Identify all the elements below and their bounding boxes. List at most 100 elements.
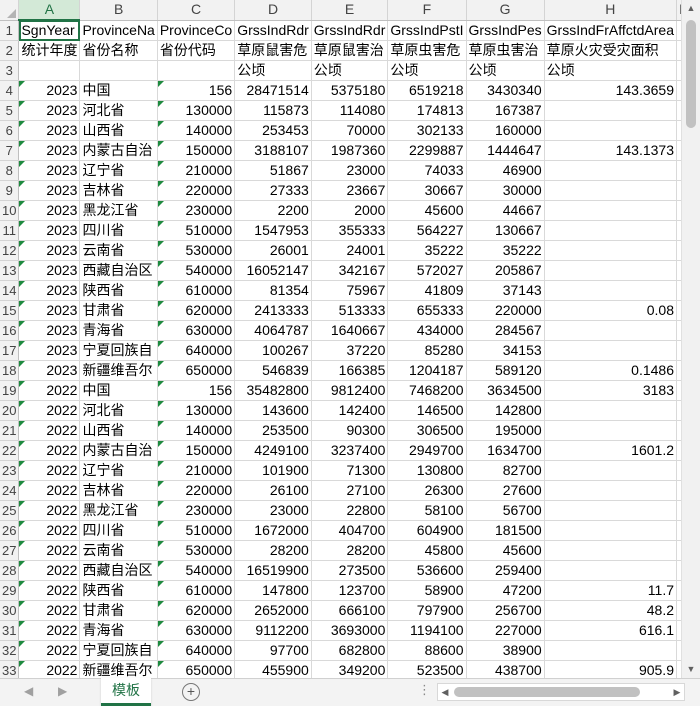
cell[interactable] (544, 640, 678, 661)
cell[interactable]: 1601.2 (544, 440, 678, 461)
cell[interactable]: 564227 (387, 220, 467, 241)
cell[interactable]: 2023 (18, 160, 81, 181)
cell[interactable]: 新疆维吾尔 (79, 660, 158, 678)
cell[interactable]: 河北省 (79, 400, 158, 421)
cell[interactable]: 27333 (234, 180, 312, 201)
row-header[interactable]: 23 (0, 460, 20, 481)
cell[interactable]: 9812400 (311, 380, 389, 401)
cell[interactable]: ProvinceCo (157, 20, 236, 41)
cell[interactable] (79, 60, 158, 81)
cell[interactable]: 23667 (311, 180, 389, 201)
cell[interactable]: 中国 (79, 80, 158, 101)
cell[interactable]: 28471514 (234, 80, 312, 101)
cell[interactable]: 11.7 (544, 580, 678, 601)
cell[interactable]: 2022 (18, 380, 81, 401)
row-header[interactable]: 29 (0, 580, 20, 601)
cell[interactable]: 26001 (234, 240, 312, 261)
cell[interactable]: 吉林省 (79, 180, 158, 201)
cell[interactable]: 省份代码 (157, 40, 236, 61)
cell[interactable]: 220000 (466, 300, 545, 321)
cell[interactable]: 青海省 (79, 320, 158, 341)
cell[interactable] (544, 560, 678, 581)
cell[interactable]: 宁夏回族自 (79, 640, 158, 661)
cell[interactable]: 1987360 (311, 140, 389, 161)
cell[interactable]: 云南省 (79, 240, 158, 261)
cell[interactable]: 西藏自治区 (79, 560, 158, 581)
row-header[interactable]: 33 (0, 660, 20, 678)
cell[interactable]: 2023 (18, 220, 81, 241)
cell[interactable]: 草原鼠害危 (234, 40, 312, 61)
cell[interactable]: 2022 (18, 460, 81, 481)
cell[interactable]: 682800 (311, 640, 389, 661)
cell[interactable]: 253453 (234, 120, 312, 141)
cell[interactable]: 147800 (234, 580, 312, 601)
cell[interactable]: 530000 (157, 540, 236, 561)
cell[interactable]: 1634700 (466, 440, 545, 461)
cell[interactable]: 536600 (387, 560, 467, 581)
horizontal-scroll-thumb[interactable] (454, 687, 640, 697)
cell[interactable] (544, 340, 678, 361)
cell[interactable]: 公顷 (311, 60, 389, 81)
cell[interactable]: 2022 (18, 620, 81, 641)
cell[interactable]: 新疆维吾尔 (79, 360, 158, 381)
cell[interactable]: 23000 (234, 500, 312, 521)
cell[interactable]: 604900 (387, 520, 467, 541)
next-sheet-icon[interactable]: ▶ (58, 684, 67, 698)
cell[interactable]: 640000 (157, 340, 236, 361)
cell[interactable]: 81354 (234, 280, 312, 301)
row-header[interactable]: 22 (0, 440, 20, 461)
cell[interactable]: 山西省 (79, 120, 158, 141)
cell[interactable]: 130800 (387, 460, 467, 481)
column-header-b[interactable]: B (79, 0, 158, 21)
cell[interactable]: 3693000 (311, 620, 389, 641)
cell[interactable]: 2652000 (234, 600, 312, 621)
scroll-up-icon[interactable]: ▲ (682, 0, 700, 17)
cell[interactable]: 210000 (157, 160, 236, 181)
cell[interactable]: 35482800 (234, 380, 312, 401)
cell[interactable]: GrssIndPes (466, 20, 545, 41)
row-header[interactable]: 25 (0, 500, 20, 521)
cell[interactable]: 45800 (387, 540, 467, 561)
cell[interactable]: 101900 (234, 460, 312, 481)
cell[interactable]: 156 (157, 80, 236, 101)
cell[interactable]: 45600 (466, 540, 545, 561)
cell[interactable]: 205867 (466, 260, 545, 281)
row-header[interactable]: 17 (0, 340, 20, 361)
scroll-left-icon[interactable]: ◀ (438, 684, 452, 700)
cell[interactable]: 610000 (157, 280, 236, 301)
cell[interactable]: 130000 (157, 100, 236, 121)
cell[interactable]: 2023 (18, 260, 81, 281)
cell[interactable]: 510000 (157, 520, 236, 541)
cell[interactable]: 1444647 (466, 140, 545, 161)
cell[interactable]: 114080 (311, 100, 389, 121)
cell[interactable]: 2022 (18, 440, 81, 461)
cell[interactable]: 140000 (157, 120, 236, 141)
scroll-right-icon[interactable]: ▶ (670, 684, 684, 700)
cell[interactable]: 7468200 (387, 380, 467, 401)
cell[interactable]: 省份名称 (79, 40, 158, 61)
row-header[interactable]: 8 (0, 160, 20, 181)
cell[interactable]: 438700 (466, 660, 545, 678)
cell[interactable]: 2022 (18, 400, 81, 421)
column-header-h[interactable]: H (544, 0, 678, 21)
cell[interactable]: ProvinceNa (79, 20, 158, 41)
cell[interactable]: 2413333 (234, 300, 312, 321)
cell[interactable]: 26100 (234, 480, 312, 501)
cell[interactable] (544, 180, 678, 201)
cell[interactable]: 甘肃省 (79, 600, 158, 621)
cell[interactable] (157, 60, 236, 81)
cell[interactable]: 28200 (234, 540, 312, 561)
row-header[interactable]: 19 (0, 380, 20, 401)
cell[interactable]: 115873 (234, 100, 312, 121)
cell[interactable] (544, 280, 678, 301)
cell[interactable]: 273500 (311, 560, 389, 581)
cell[interactable]: 349200 (311, 660, 389, 678)
cell[interactable] (544, 200, 678, 221)
cell[interactable]: 26300 (387, 480, 467, 501)
cell[interactable]: 2023 (18, 80, 81, 101)
cell[interactable]: 2023 (18, 340, 81, 361)
cell[interactable]: 513333 (311, 300, 389, 321)
cell[interactable]: 302133 (387, 120, 467, 141)
cell[interactable] (544, 460, 678, 481)
cell[interactable]: 167387 (466, 100, 545, 121)
